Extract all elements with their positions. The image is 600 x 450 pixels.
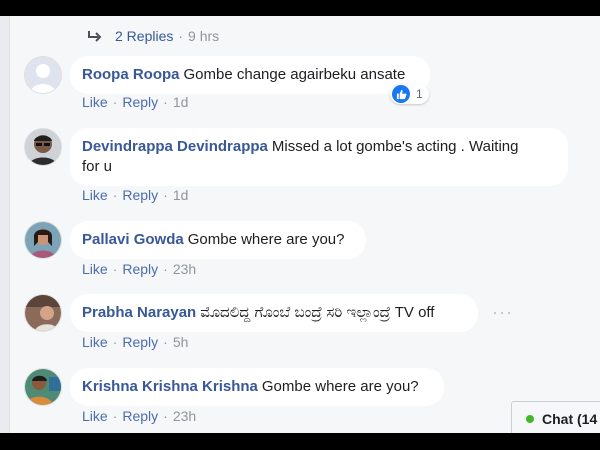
comment-time[interactable]: 23h	[173, 261, 196, 277]
online-status-icon	[526, 414, 534, 423]
like-link[interactable]: Like	[82, 261, 108, 277]
replies-count-link[interactable]: 2 Replies	[115, 28, 173, 44]
comment-bubble: Roopa Roopa Gombe change agairbeku ansate	[70, 56, 430, 94]
reaction-badge[interactable]: 1	[390, 84, 429, 104]
comment-text: Missed a lot gombe's acting . Waiting	[271, 138, 519, 155]
separator-dot: ·	[178, 28, 184, 44]
person-photo-icon	[25, 295, 61, 331]
reply-link[interactable]: Reply	[122, 334, 158, 350]
comment-time[interactable]: 1d	[173, 94, 189, 110]
reply-link[interactable]: Reply	[122, 94, 158, 110]
comments-panel: 2 Replies · 9 hrs Roopa Roopa Gombe chang…	[0, 16, 600, 433]
comment-text: Gombe where are you?	[187, 231, 345, 248]
reply-link[interactable]: Reply	[122, 408, 158, 424]
comment-time[interactable]: 23h	[173, 408, 196, 424]
comment-actions: Like · Reply · 1d	[82, 94, 189, 110]
reply-arrow-icon	[88, 31, 102, 42]
comment-bubble: Devindrappa Devindrappa Missed a lot gomb…	[70, 128, 568, 186]
reply-link[interactable]: Reply	[122, 187, 158, 203]
more-options-icon[interactable]: ···	[492, 302, 513, 323]
like-link[interactable]: Like	[82, 187, 108, 203]
man-sunglasses-photo-icon	[25, 129, 61, 165]
author-name[interactable]: Roopa Roopa	[82, 66, 180, 83]
replies-time: 9 hrs	[188, 28, 220, 44]
avatar[interactable]	[24, 368, 62, 406]
avatar[interactable]	[24, 128, 62, 166]
comment-actions: Like · Reply · 1d	[82, 187, 189, 203]
reaction-count: 1	[416, 87, 423, 101]
comment-text: Gombe change agairbeku ansate	[183, 66, 406, 83]
man-photo-icon	[25, 369, 61, 405]
avatar[interactable]	[24, 56, 62, 94]
reply-link[interactable]: Reply	[122, 261, 158, 277]
default-avatar-icon	[25, 57, 61, 93]
comment-text: Gombe where are you?	[261, 378, 419, 395]
comment-time[interactable]: 5h	[173, 334, 189, 350]
comment-time[interactable]: 1d	[173, 187, 189, 203]
author-name[interactable]: Pallavi Gowda	[82, 231, 184, 248]
like-link[interactable]: Like	[82, 94, 108, 110]
comment-text: ಮೊದಲಿದ್ದ ಗೊಂಬೆ ಬಂದ್ರೆ ಸರಿ ಇಲ್ಲಾಂದ್ರೆ TV …	[200, 304, 435, 321]
comment-text-cont: for u	[82, 158, 113, 175]
like-reaction-icon	[392, 85, 410, 103]
chat-tab[interactable]: Chat (14	[511, 401, 600, 433]
like-link[interactable]: Like	[82, 334, 108, 350]
comment-bubble: Prabha Narayan ಮೊದಲಿದ್ದ ಗೊಂಬೆ ಬಂದ್ರೆ ಸರಿ …	[70, 294, 478, 332]
author-name[interactable]: Devindrappa Devindrappa	[82, 138, 268, 155]
comment-bubble: Pallavi Gowda Gombe where are you?	[70, 221, 366, 259]
replies-header[interactable]: 2 Replies · 9 hrs	[88, 26, 219, 46]
comment-bubble: Krishna Krishna Krishna Gombe where are y…	[70, 368, 444, 406]
left-border	[0, 16, 10, 433]
comment-actions: Like · Reply · 5h	[82, 334, 189, 350]
avatar[interactable]	[24, 221, 62, 259]
like-link[interactable]: Like	[82, 408, 108, 424]
chat-label: Chat (14	[542, 410, 598, 427]
author-name[interactable]: Krishna Krishna Krishna	[82, 378, 258, 395]
comment-actions: Like · Reply · 23h	[82, 261, 197, 277]
comment-actions: Like · Reply · 23h	[82, 408, 197, 424]
woman-photo-icon	[25, 222, 61, 258]
avatar[interactable]	[24, 294, 62, 332]
author-name[interactable]: Prabha Narayan	[82, 304, 196, 321]
